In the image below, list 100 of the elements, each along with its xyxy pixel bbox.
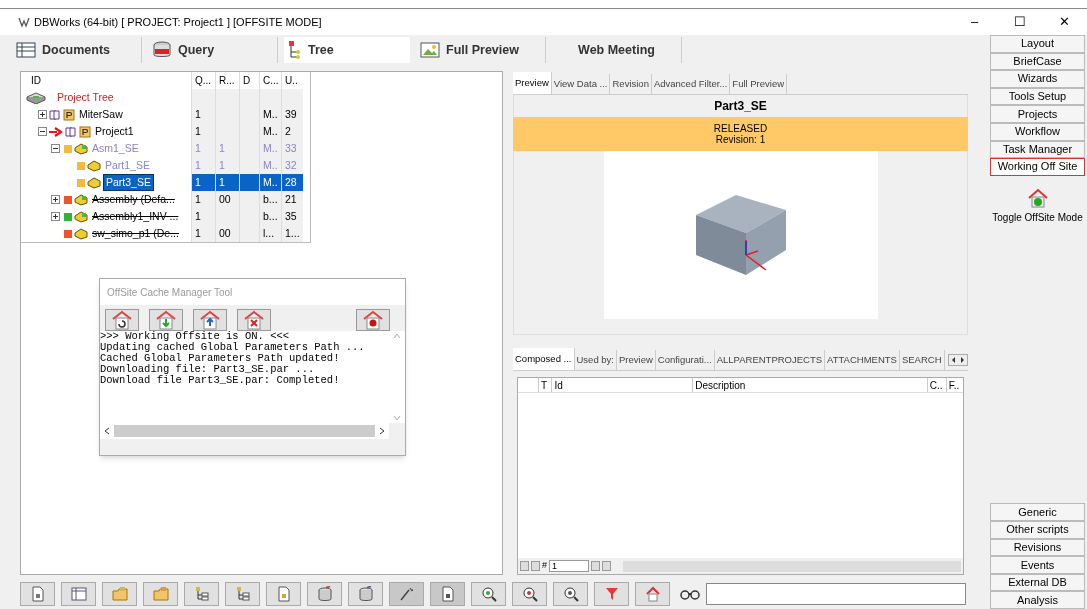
main-tab[interactable]: Web Meeting [552, 37, 682, 63]
tree-item[interactable]: Project Tree [55, 90, 116, 105]
tab[interactable]: Advanced Filter... [651, 74, 731, 94]
toolbar-button[interactable] [20, 582, 55, 606]
scroll-thumb[interactable] [114, 425, 375, 437]
collapse-icon[interactable] [51, 144, 60, 153]
upload-house-icon[interactable] [193, 309, 227, 331]
table-cell: 1 [191, 106, 215, 123]
toolbar-button[interactable] [307, 582, 342, 606]
expand-icon[interactable] [51, 212, 60, 221]
toolbar-button[interactable] [184, 582, 219, 606]
main-tab[interactable]: Full Preview [416, 37, 546, 63]
column-header[interactable]: Id [551, 378, 693, 392]
tab[interactable]: Configurati... [655, 350, 715, 370]
sidebar-button[interactable]: Other scripts [990, 521, 1085, 539]
house-icon[interactable] [1026, 187, 1049, 208]
column-header[interactable]: Description [692, 378, 927, 392]
scroll-up-icon[interactable] [393, 333, 401, 339]
sidebar-button[interactable]: Analysis [990, 591, 1085, 609]
tab[interactable]: Revision [610, 74, 652, 94]
toolbar-button[interactable] [348, 582, 383, 606]
sidebar-button[interactable]: Wizards [990, 70, 1085, 88]
table-cell: 1 [191, 208, 215, 225]
tab[interactable]: Used by: [574, 350, 617, 370]
database-icon [316, 586, 333, 602]
scroll-down-icon[interactable] [393, 415, 401, 421]
sidebar-button[interactable]: Working Off Site [990, 158, 1085, 176]
wand-icon [398, 586, 415, 602]
tab[interactable]: ATTACHMENTS [825, 350, 900, 370]
tab[interactable]: Preview [617, 350, 656, 370]
download-house-icon[interactable] [149, 309, 183, 331]
tree-item[interactable]: Asm1_SE [90, 141, 141, 156]
project-icon [49, 108, 75, 121]
column-header[interactable]: C.. [926, 378, 946, 392]
folder-icon [111, 586, 128, 602]
power-house-icon[interactable] [356, 309, 390, 331]
expand-icon[interactable] [51, 195, 60, 204]
delete-house-icon[interactable] [237, 309, 271, 331]
pager-last-button[interactable] [602, 561, 611, 571]
document-icon [29, 586, 46, 602]
tree-item[interactable]: Assembly1_INV ... [90, 209, 181, 224]
minimize-button[interactable]: – [952, 8, 997, 36]
pager-prev-button[interactable] [531, 561, 540, 571]
table-cell: 39 [281, 106, 303, 123]
toolbar-button[interactable] [553, 582, 588, 606]
main-tab[interactable]: Documents [12, 37, 142, 63]
toolbar-button[interactable] [389, 582, 424, 606]
tab[interactable]: SEARCH [899, 350, 945, 370]
maximize-button[interactable]: ☐ [997, 8, 1042, 36]
status-label: RELEASED [713, 123, 768, 134]
table-cell: l... [259, 225, 281, 242]
toolbar-button[interactable] [635, 582, 670, 606]
tree-item[interactable]: Assembly (Defa... [90, 192, 177, 207]
tab[interactable]: Full Preview [730, 74, 788, 94]
tab[interactable]: View Data ... [551, 74, 611, 94]
column-header[interactable]: T [538, 378, 552, 392]
page-field[interactable]: 1 [549, 560, 589, 572]
sidebar-button[interactable]: Generic [990, 503, 1085, 522]
tree-item[interactable]: Project1 [93, 124, 136, 139]
tab-scroll-arrows[interactable] [948, 354, 968, 366]
pager-next-button[interactable] [591, 561, 600, 571]
part-icon [87, 159, 101, 172]
column-header[interactable]: ID [21, 72, 191, 89]
table-cell: 1 [215, 157, 239, 174]
main-tab[interactable]: Query [148, 37, 278, 63]
main-tab[interactable]: Tree [284, 37, 410, 63]
scroll-right-icon[interactable] [379, 427, 385, 435]
sidebar-button[interactable]: Layout [990, 35, 1085, 53]
table-cell: 00 [215, 191, 239, 208]
assembly-icon [74, 142, 88, 155]
expand-icon[interactable] [38, 110, 47, 119]
tab[interactable]: Composed ... [513, 348, 575, 370]
tree-item[interactable]: MiterSaw [77, 107, 125, 122]
toolbar-button[interactable] [225, 582, 260, 606]
pager-first-button[interactable] [520, 561, 529, 571]
table-cell: 32 [281, 157, 303, 174]
search-field[interactable] [706, 583, 966, 605]
tab[interactable]: ALLPARENTPROJECTS [714, 350, 826, 370]
tree-item[interactable]: Part3_SE [103, 174, 154, 191]
collapse-icon[interactable] [38, 127, 47, 136]
toolbar-button[interactable] [471, 582, 506, 606]
close-button[interactable]: ✕ [1042, 8, 1087, 36]
toolbar-button[interactable] [512, 582, 547, 606]
toggle-offsite-label[interactable]: Toggle OffSite Mode [992, 209, 1083, 225]
toolbar-button[interactable] [594, 582, 629, 606]
table-cell: M.. [259, 174, 281, 191]
document-icon [275, 586, 292, 602]
preview-title: Part3_SE [714, 98, 767, 115]
sidebar-button[interactable]: Projects [990, 105, 1085, 123]
refresh-house-icon[interactable] [105, 309, 139, 331]
toolbar-button[interactable] [430, 582, 465, 606]
column-header[interactable]: F.. [945, 378, 963, 392]
tab[interactable]: Preview [513, 72, 552, 94]
tree-item[interactable]: Part1_SE [103, 158, 152, 173]
scroll-left-icon[interactable] [104, 427, 110, 435]
table-cell: 1 [191, 225, 215, 242]
tree-item[interactable]: sw_simo_p1 (De... [90, 226, 181, 241]
table-cell: b... [259, 208, 281, 225]
binoculars-icon[interactable] [680, 588, 700, 600]
sidebar-button[interactable]: Events [990, 556, 1085, 574]
